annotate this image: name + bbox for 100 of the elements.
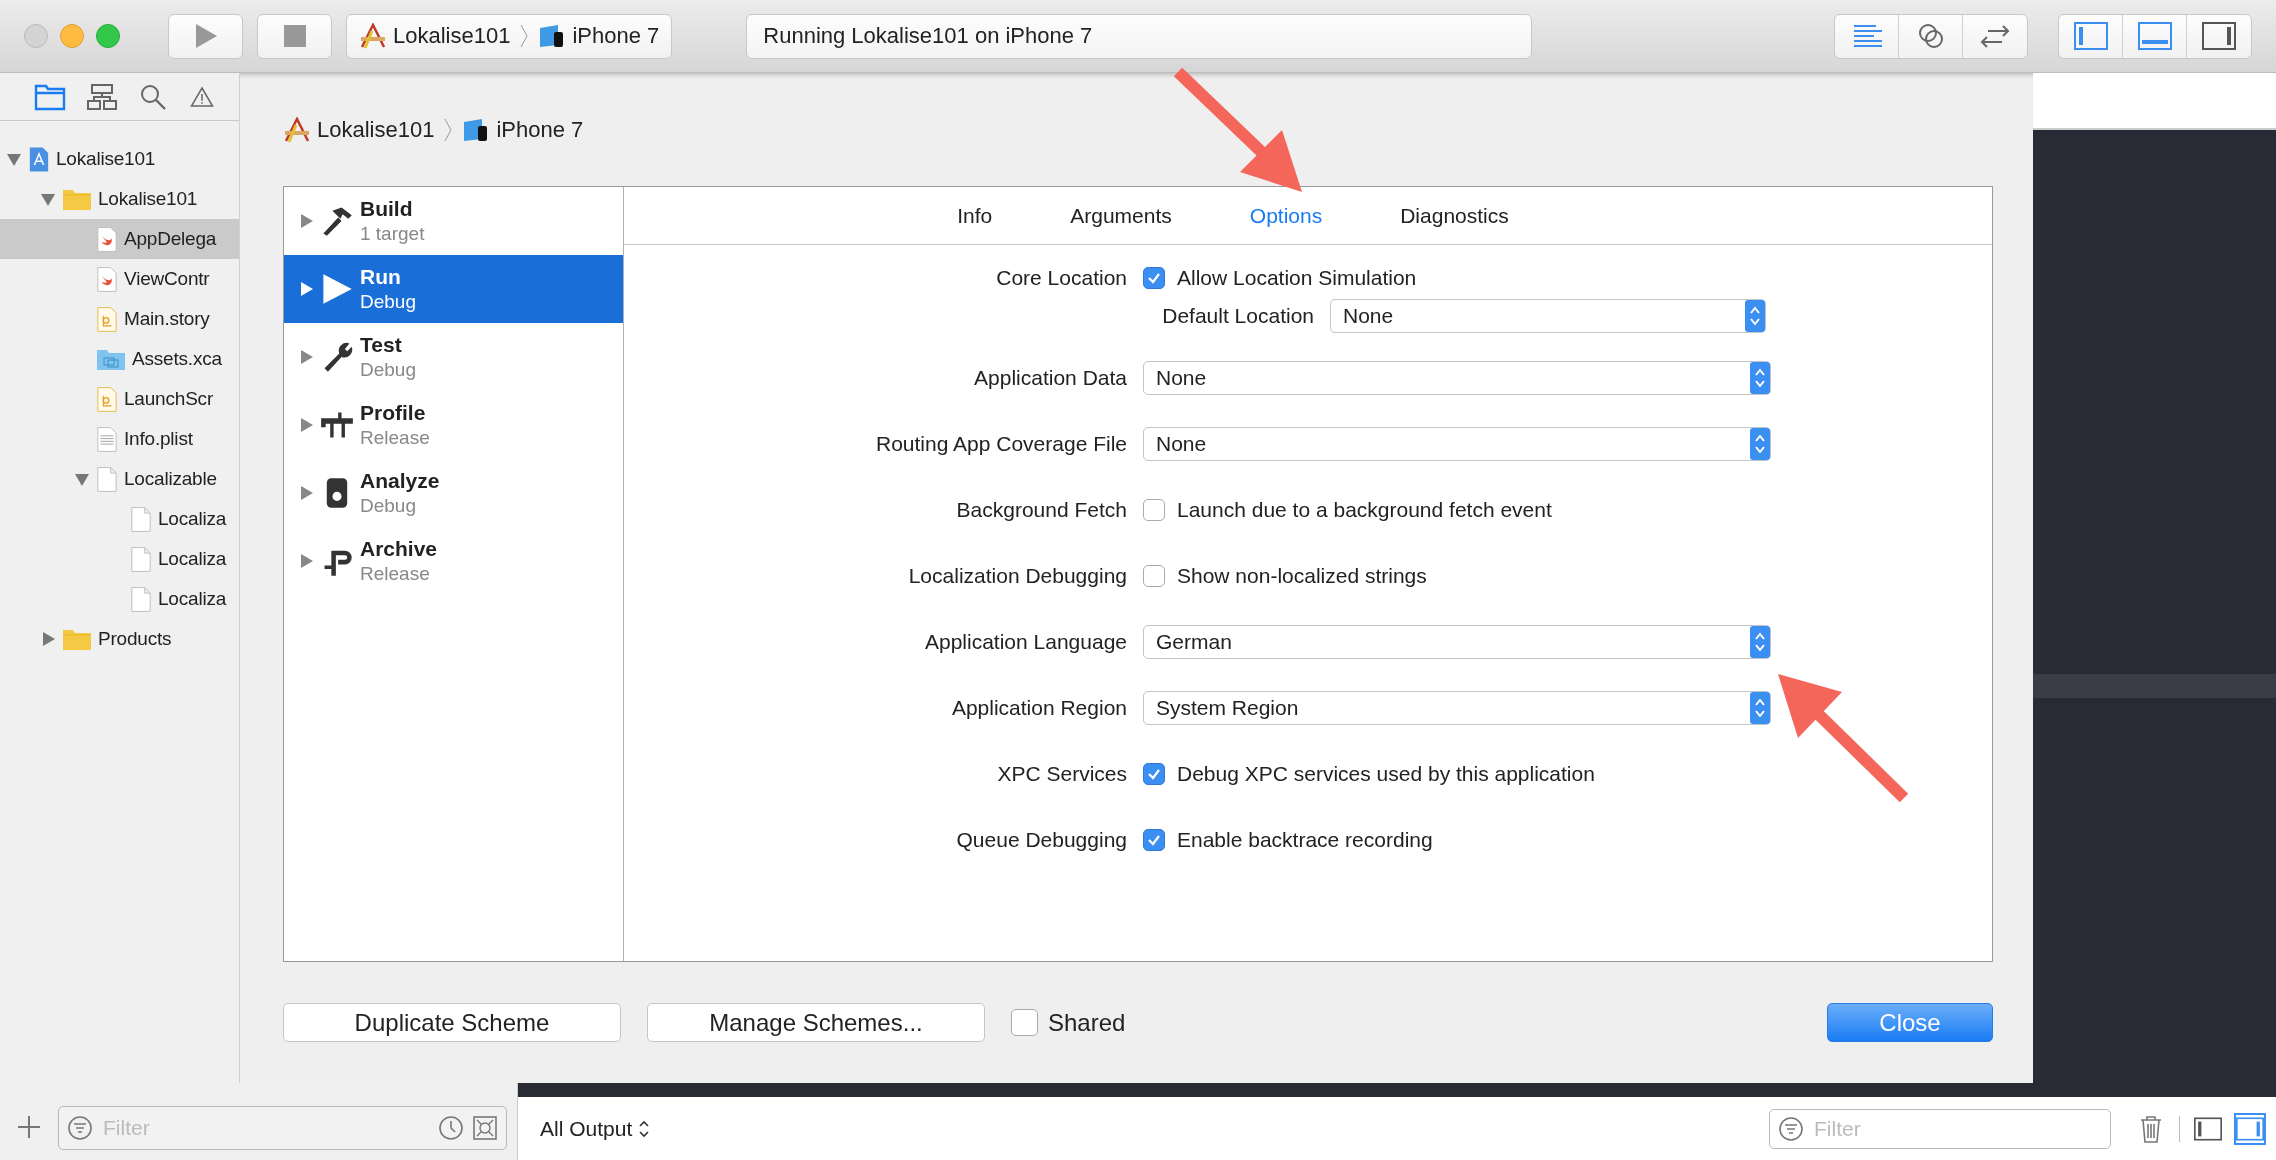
option-label: Application Language: [924, 630, 1127, 654]
disclosure-triangle-icon[interactable]: [298, 417, 314, 433]
filter-icon: [67, 1115, 93, 1141]
tree-item[interactable]: Lokalise101: [0, 139, 239, 179]
checkbox[interactable]: [1143, 763, 1165, 785]
panel-icon[interactable]: [2137, 22, 2172, 50]
scheme-selector[interactable]: Lokalise101 iPhone 7: [346, 13, 673, 59]
scheme-action-item[interactable]: Analyze Debug: [284, 459, 623, 527]
panel-icon[interactable]: [2202, 22, 2236, 50]
popup-button[interactable]: German: [1143, 625, 1771, 659]
option-label: Routing App Coverage File: [875, 432, 1127, 456]
scheme-action-item[interactable]: Archive Release: [284, 527, 623, 595]
play-icon: [320, 272, 354, 306]
disclosure-triangle-icon[interactable]: [40, 191, 56, 207]
crossed-square-icon[interactable]: [472, 1115, 498, 1141]
tree-item[interactable]: Localiza: [0, 499, 239, 539]
tree-item[interactable]: AppDelega: [0, 219, 239, 259]
disclosure-triangle-icon[interactable]: [298, 349, 314, 365]
tree-item[interactable]: Info.plist: [0, 419, 239, 459]
storyboard-file-icon: [96, 305, 118, 333]
checkbox-label: Launch due to a background fetch event: [1177, 498, 1552, 522]
checkbox-label: Allow Location Simulation: [1177, 266, 1417, 290]
tab[interactable]: Diagnostics: [1386, 197, 1523, 234]
editor-mode-control[interactable]: [1834, 13, 2028, 59]
folder-icon: [62, 187, 92, 211]
hierarchy-icon[interactable]: [86, 82, 118, 111]
checkbox[interactable]: [1143, 829, 1165, 851]
popup-button[interactable]: None: [1330, 299, 1766, 333]
option-label: Application Region: [950, 696, 1127, 720]
scheme-action-item[interactable]: Build 1 target: [284, 187, 623, 255]
checkbox[interactable]: [1143, 565, 1165, 587]
scheme-action-item[interactable]: Profile Release: [284, 391, 623, 459]
asset-folder-icon: [96, 347, 126, 371]
checkbox[interactable]: [1011, 1009, 1038, 1036]
option-label: Application Data: [973, 366, 1127, 390]
view-toggle-icon[interactable]: [2194, 1114, 2222, 1143]
chevron-icon: [520, 23, 529, 49]
duplicate-scheme-button[interactable]: Duplicate Scheme: [283, 1003, 621, 1042]
plist-file-icon: [96, 425, 118, 453]
checkbox[interactable]: [1143, 499, 1165, 521]
disclosure-triangle-icon[interactable]: [298, 213, 314, 229]
run-button[interactable]: [168, 13, 243, 59]
stepper-icon: [1750, 428, 1770, 460]
option-label: XPC Services: [996, 762, 1127, 786]
storyboard-file-icon: [96, 385, 118, 413]
tree-item[interactable]: LaunchScr: [0, 379, 239, 419]
project-file-icon: [28, 145, 50, 173]
tab[interactable]: Info: [943, 197, 1007, 234]
tree-item[interactable]: Assets.xca: [0, 339, 239, 379]
tab[interactable]: Options: [1235, 197, 1337, 234]
activity-viewer: Running Lokalise101 on iPhone 7: [746, 13, 1533, 59]
checkbox[interactable]: [1143, 267, 1165, 289]
stop-button[interactable]: [257, 13, 332, 59]
scheme-action-item[interactable]: Test Debug: [284, 323, 623, 391]
disclosure-triangle-icon[interactable]: [298, 485, 314, 501]
scheme-action-item[interactable]: Run Debug: [284, 255, 623, 323]
disclosure-triangle-icon[interactable]: [6, 151, 22, 167]
add-icon[interactable]: [16, 1114, 42, 1140]
panel-toggle-control[interactable]: [2058, 13, 2252, 59]
tab[interactable]: Arguments: [1056, 197, 1186, 234]
stepper-icon: [1750, 692, 1770, 724]
checkbox-label: Show non-localized strings: [1177, 564, 1427, 588]
popup-button[interactable]: System Region: [1143, 691, 1771, 725]
app-tools-icon: [359, 23, 387, 49]
stop-icon: [283, 25, 306, 47]
output-selector[interactable]: All Output: [540, 1116, 651, 1141]
option-label: Localization Debugging: [907, 564, 1127, 588]
clock-icon[interactable]: [438, 1115, 464, 1141]
checkbox-label: Debug XPC services used by this application: [1177, 762, 1595, 786]
option-label: Default Location: [1161, 304, 1314, 328]
breadcrumb-item[interactable]: Lokalise101: [317, 116, 435, 143]
disclosure-triangle-icon[interactable]: [298, 281, 314, 297]
file-icon: [130, 545, 152, 573]
tree-item[interactable]: ViewContr: [0, 259, 239, 299]
view-toggle-icon[interactable]: [2236, 1114, 2264, 1143]
popup-button[interactable]: None: [1143, 361, 1771, 395]
filter-icon: [1778, 1115, 1804, 1142]
disclosure-triangle-icon[interactable]: [74, 471, 90, 487]
folder-icon: [62, 627, 92, 651]
tree-item[interactable]: Products: [0, 619, 239, 659]
popup-button[interactable]: None: [1143, 427, 1771, 461]
swift-file-icon: [96, 265, 118, 293]
panel-icon[interactable]: [2073, 22, 2108, 50]
option-label: Queue Debugging: [955, 828, 1127, 852]
tree-item[interactable]: Main.story: [0, 299, 239, 339]
tree-item[interactable]: Localizable: [0, 459, 239, 499]
breadcrumb-item[interactable]: iPhone 7: [496, 116, 584, 143]
tree-item[interactable]: Localiza: [0, 579, 239, 619]
tree-item[interactable]: Localiza: [0, 539, 239, 579]
disclosure-triangle-icon[interactable]: [298, 553, 314, 569]
folder-icon[interactable]: [34, 82, 66, 111]
zoom-window-button[interactable]: [96, 24, 120, 48]
disclosure-triangle-icon[interactable]: [40, 631, 56, 647]
hammer-icon: [320, 204, 354, 238]
filter-field[interactable]: Filter: [1812, 1115, 2102, 1142]
chevron-icon: [444, 116, 453, 143]
manage-schemes-button[interactable]: Manage Schemes...: [647, 1003, 985, 1042]
stepper-icon: [1750, 362, 1770, 394]
tree-item[interactable]: Lokalise101: [0, 179, 239, 219]
filter-bar[interactable]: Filter: [1769, 1108, 2111, 1149]
